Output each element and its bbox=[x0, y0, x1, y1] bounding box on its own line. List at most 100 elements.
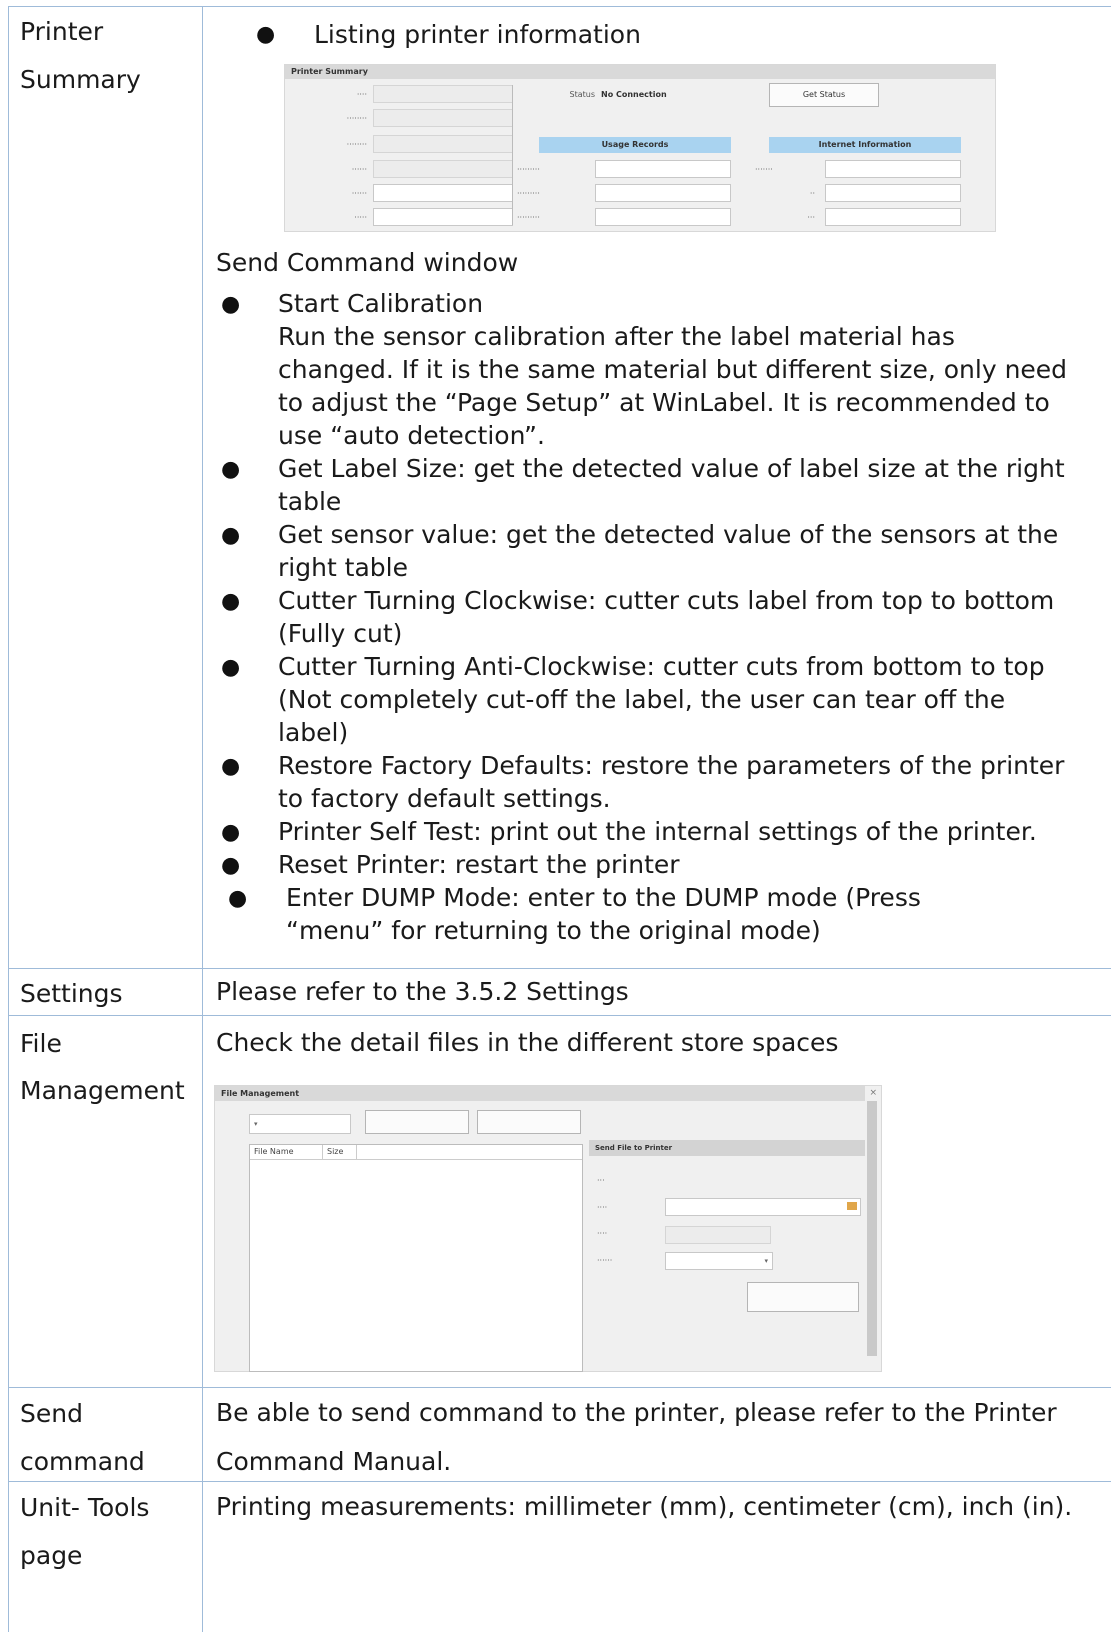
table-border-left bbox=[8, 6, 9, 1632]
send-command-text-1: Be able to send command to the printer, … bbox=[216, 1398, 1057, 1427]
bullet-icon: ● bbox=[221, 457, 241, 482]
row-label-settings: Settings bbox=[20, 979, 123, 1008]
head-field bbox=[373, 160, 513, 178]
send-command-text-2: Command Manual. bbox=[216, 1447, 452, 1476]
column-separator bbox=[512, 85, 513, 225]
list-item-text: table bbox=[278, 487, 342, 516]
file-management-text: Check the detail files in the different … bbox=[216, 1028, 839, 1057]
list-item-text: label) bbox=[278, 718, 349, 747]
col-divider bbox=[356, 1145, 357, 1159]
resolution-field bbox=[373, 184, 513, 202]
list-item: Reset Printer: restart the printer bbox=[278, 850, 680, 879]
remove-file-button bbox=[477, 1110, 581, 1134]
bullet-icon: ● bbox=[228, 886, 248, 911]
field-label: ········· bbox=[517, 165, 540, 174]
field-label: ········· bbox=[517, 213, 540, 222]
list-item: Restore Factory Defaults: restore the pa… bbox=[278, 751, 1065, 780]
list-item-text: changed. If it is the same material but … bbox=[278, 355, 1068, 384]
list-item-text: (Not completely cut-off the label, the u… bbox=[278, 685, 1006, 714]
row-divider bbox=[8, 1481, 1111, 1482]
get-status-button[interactable]: Get Status bbox=[769, 83, 879, 107]
file-list-header: File Name Size bbox=[250, 1145, 582, 1160]
list-item-text: Run the sensor calibration after the lab… bbox=[278, 322, 955, 351]
col-file-name: File Name bbox=[254, 1147, 294, 1156]
usage-records-header: Usage Records bbox=[539, 137, 731, 153]
field-label: ······ bbox=[351, 189, 367, 198]
list-item: Enter DUMP Mode: enter to the DUMP mode … bbox=[286, 883, 921, 912]
field-label: ···· bbox=[356, 90, 367, 99]
row-label-page: page bbox=[20, 1541, 83, 1570]
send-command-window-title: Send Command window bbox=[216, 248, 519, 277]
store-space-select: ▾ bbox=[249, 1114, 351, 1134]
bullet-icon: ● bbox=[221, 589, 241, 614]
settings-text: Please refer to the 3.5.2 Settings bbox=[216, 977, 629, 1006]
unit-tools-text: Printing measurements: millimeter (mm), … bbox=[216, 1492, 1073, 1521]
list-item-text: (Fully cut) bbox=[278, 619, 403, 648]
list-item: Get Label Size: get the detected value o… bbox=[278, 454, 1065, 483]
field-label: ··· bbox=[807, 213, 815, 222]
row-label-command: command bbox=[20, 1447, 145, 1476]
internet-info-header: Internet Information bbox=[769, 137, 961, 153]
send-file-button bbox=[747, 1282, 859, 1312]
bullet-icon: ● bbox=[221, 754, 241, 779]
row-label-file: File bbox=[20, 1029, 62, 1058]
scrollbar bbox=[867, 1101, 877, 1356]
file-management-title: File Management bbox=[215, 1086, 865, 1101]
summary-intro: Listing printer information bbox=[314, 20, 641, 49]
field-label: ····· bbox=[354, 213, 367, 222]
bullet-icon: ● bbox=[221, 853, 241, 878]
field-label: ···· bbox=[597, 1229, 608, 1238]
field-label: ········ bbox=[346, 114, 367, 123]
row-label-send: Send bbox=[20, 1399, 83, 1428]
cut-count-field bbox=[373, 208, 513, 226]
send-file-header: Send File to Printer bbox=[589, 1140, 865, 1156]
list-item: Get sensor value: get the detected value… bbox=[278, 520, 1059, 549]
bullet-icon: ● bbox=[221, 292, 241, 317]
list-item-text: to factory default settings. bbox=[278, 784, 611, 813]
file-list: File Name Size bbox=[249, 1144, 583, 1372]
col-size: Size bbox=[322, 1145, 343, 1159]
list-item-text: use “auto detection”. bbox=[278, 421, 545, 450]
serial-field bbox=[373, 109, 513, 127]
row-divider bbox=[8, 968, 1111, 969]
print-length-field bbox=[595, 160, 731, 178]
file-path-field bbox=[665, 1198, 861, 1216]
field-label: ······ bbox=[351, 165, 367, 174]
list-item-text: “menu” for returning to the original mod… bbox=[286, 916, 821, 945]
field-label: ···· bbox=[597, 1203, 608, 1212]
field-label: ········ bbox=[346, 140, 367, 149]
list-item-text: to adjust the “Page Setup” at WinLabel. … bbox=[278, 388, 1050, 417]
row-label-management: Management bbox=[20, 1076, 185, 1105]
close-icon: × bbox=[869, 1088, 877, 1098]
row-label-printer: Printer bbox=[20, 17, 104, 46]
row-label-unit-tools: Unit- Tools bbox=[20, 1493, 150, 1522]
pages-printed-field bbox=[595, 184, 731, 202]
bullet-icon: ● bbox=[221, 820, 241, 845]
list-item: Cutter Turning Clockwise: cutter cuts la… bbox=[278, 586, 1055, 615]
printer-summary-title: Printer Summary bbox=[285, 65, 995, 79]
bullet-icon: ● bbox=[221, 655, 241, 680]
field-label: ··· bbox=[597, 1176, 605, 1185]
printer-summary-screenshot: Printer Summary ···· ········ ········ ·… bbox=[284, 64, 996, 232]
list-item: Cutter Turning Anti-Clockwise: cutter cu… bbox=[278, 652, 1045, 681]
field-label: ·· bbox=[809, 189, 815, 198]
table-border-middle bbox=[202, 6, 203, 1632]
list-item: Start Calibration bbox=[278, 289, 484, 318]
field-label: ······ bbox=[597, 1256, 613, 1265]
list-files-button bbox=[365, 1110, 469, 1134]
mac-field bbox=[825, 208, 961, 226]
status-label: Status bbox=[569, 90, 596, 99]
bullet-icon: ● bbox=[221, 523, 241, 548]
field-label: ······· bbox=[755, 165, 773, 174]
model-field bbox=[373, 85, 513, 103]
folder-icon bbox=[847, 1202, 857, 1210]
bullet-icon: ● bbox=[256, 22, 276, 47]
cutting-times-field bbox=[595, 208, 731, 226]
status-value: No Connection bbox=[601, 90, 667, 99]
list-item: Printer Self Test: print out the interna… bbox=[278, 817, 1037, 846]
row-label-summary: Summary bbox=[20, 65, 141, 94]
firmware-field bbox=[373, 135, 513, 153]
list-item-text: right table bbox=[278, 553, 409, 582]
row-divider bbox=[8, 1015, 1111, 1016]
row-divider bbox=[8, 6, 1111, 7]
